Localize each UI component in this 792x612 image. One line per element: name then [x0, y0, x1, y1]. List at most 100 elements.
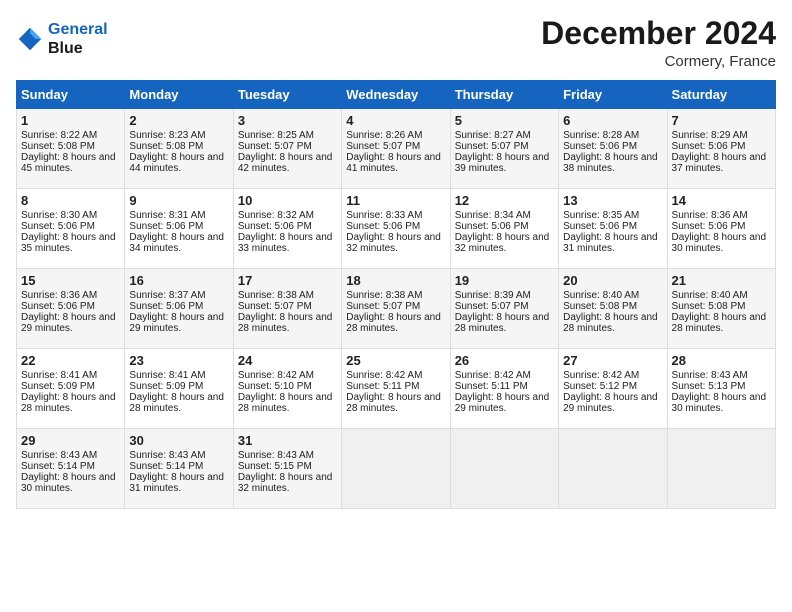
daylight-text: Daylight: 8 hours and 45 minutes.	[21, 152, 120, 174]
sunset-text: Sunset: 5:08 PM	[563, 301, 662, 312]
sunset-text: Sunset: 5:11 PM	[455, 381, 554, 392]
calendar-cell: 15Sunrise: 8:36 AMSunset: 5:06 PMDayligh…	[17, 269, 125, 349]
calendar-cell: 6Sunrise: 8:28 AMSunset: 5:06 PMDaylight…	[559, 109, 667, 189]
calendar-header-row: SundayMondayTuesdayWednesdayThursdayFrid…	[17, 81, 776, 109]
calendar-cell: 16Sunrise: 8:37 AMSunset: 5:06 PMDayligh…	[125, 269, 233, 349]
day-number: 9	[129, 193, 228, 208]
calendar-cell: 26Sunrise: 8:42 AMSunset: 5:11 PMDayligh…	[450, 349, 558, 429]
sunrise-text: Sunrise: 8:34 AM	[455, 210, 554, 221]
sunset-text: Sunset: 5:06 PM	[129, 221, 228, 232]
daylight-text: Daylight: 8 hours and 28 minutes.	[563, 312, 662, 334]
sunrise-text: Sunrise: 8:33 AM	[346, 210, 445, 221]
daylight-text: Daylight: 8 hours and 31 minutes.	[129, 472, 228, 494]
daylight-text: Daylight: 8 hours and 28 minutes.	[672, 312, 771, 334]
day-number: 16	[129, 273, 228, 288]
sunset-text: Sunset: 5:07 PM	[346, 141, 445, 152]
day-number: 13	[563, 193, 662, 208]
sunrise-text: Sunrise: 8:43 AM	[129, 450, 228, 461]
logo-text-general: General	[48, 21, 108, 38]
weekday-header: Monday	[125, 81, 233, 109]
day-number: 14	[672, 193, 771, 208]
daylight-text: Daylight: 8 hours and 28 minutes.	[346, 392, 445, 414]
daylight-text: Daylight: 8 hours and 42 minutes.	[238, 152, 337, 174]
sunset-text: Sunset: 5:08 PM	[21, 141, 120, 152]
sunset-text: Sunset: 5:06 PM	[672, 221, 771, 232]
day-number: 27	[563, 353, 662, 368]
calendar-cell: 23Sunrise: 8:41 AMSunset: 5:09 PMDayligh…	[125, 349, 233, 429]
calendar-cell	[450, 429, 558, 509]
sunrise-text: Sunrise: 8:43 AM	[21, 450, 120, 461]
calendar-cell: 13Sunrise: 8:35 AMSunset: 5:06 PMDayligh…	[559, 189, 667, 269]
calendar-cell	[667, 429, 775, 509]
sunset-text: Sunset: 5:13 PM	[672, 381, 771, 392]
sunset-text: Sunset: 5:10 PM	[238, 381, 337, 392]
calendar-cell: 3Sunrise: 8:25 AMSunset: 5:07 PMDaylight…	[233, 109, 341, 189]
sunrise-text: Sunrise: 8:40 AM	[672, 290, 771, 301]
sunset-text: Sunset: 5:06 PM	[21, 221, 120, 232]
daylight-text: Daylight: 8 hours and 28 minutes.	[21, 392, 120, 414]
calendar-cell: 4Sunrise: 8:26 AMSunset: 5:07 PMDaylight…	[342, 109, 450, 189]
sunset-text: Sunset: 5:14 PM	[129, 461, 228, 472]
daylight-text: Daylight: 8 hours and 30 minutes.	[21, 472, 120, 494]
sunrise-text: Sunrise: 8:40 AM	[563, 290, 662, 301]
day-number: 21	[672, 273, 771, 288]
calendar-cell: 27Sunrise: 8:42 AMSunset: 5:12 PMDayligh…	[559, 349, 667, 429]
weekday-header: Tuesday	[233, 81, 341, 109]
calendar-cell: 31Sunrise: 8:43 AMSunset: 5:15 PMDayligh…	[233, 429, 341, 509]
calendar-cell: 28Sunrise: 8:43 AMSunset: 5:13 PMDayligh…	[667, 349, 775, 429]
calendar-cell: 8Sunrise: 8:30 AMSunset: 5:06 PMDaylight…	[17, 189, 125, 269]
calendar-cell: 22Sunrise: 8:41 AMSunset: 5:09 PMDayligh…	[17, 349, 125, 429]
daylight-text: Daylight: 8 hours and 31 minutes.	[563, 232, 662, 254]
calendar-cell: 1Sunrise: 8:22 AMSunset: 5:08 PMDaylight…	[17, 109, 125, 189]
calendar-cell: 18Sunrise: 8:38 AMSunset: 5:07 PMDayligh…	[342, 269, 450, 349]
sunset-text: Sunset: 5:15 PM	[238, 461, 337, 472]
calendar-cell: 14Sunrise: 8:36 AMSunset: 5:06 PMDayligh…	[667, 189, 775, 269]
sunrise-text: Sunrise: 8:42 AM	[563, 370, 662, 381]
calendar-cell: 25Sunrise: 8:42 AMSunset: 5:11 PMDayligh…	[342, 349, 450, 429]
daylight-text: Daylight: 8 hours and 38 minutes.	[563, 152, 662, 174]
calendar-cell: 5Sunrise: 8:27 AMSunset: 5:07 PMDaylight…	[450, 109, 558, 189]
calendar-week-row: 22Sunrise: 8:41 AMSunset: 5:09 PMDayligh…	[17, 349, 776, 429]
calendar-cell: 20Sunrise: 8:40 AMSunset: 5:08 PMDayligh…	[559, 269, 667, 349]
sunrise-text: Sunrise: 8:39 AM	[455, 290, 554, 301]
day-number: 29	[21, 433, 120, 448]
sunset-text: Sunset: 5:06 PM	[455, 221, 554, 232]
calendar-cell: 12Sunrise: 8:34 AMSunset: 5:06 PMDayligh…	[450, 189, 558, 269]
page-container: General Blue December 2024 Cormery, Fran…	[0, 0, 792, 519]
calendar-table: SundayMondayTuesdayWednesdayThursdayFrid…	[16, 80, 776, 509]
sunset-text: Sunset: 5:08 PM	[129, 141, 228, 152]
location: Cormery, France	[541, 53, 776, 70]
sunrise-text: Sunrise: 8:37 AM	[129, 290, 228, 301]
calendar-cell: 2Sunrise: 8:23 AMSunset: 5:08 PMDaylight…	[125, 109, 233, 189]
day-number: 8	[21, 193, 120, 208]
daylight-text: Daylight: 8 hours and 29 minutes.	[455, 392, 554, 414]
weekday-header: Thursday	[450, 81, 558, 109]
daylight-text: Daylight: 8 hours and 29 minutes.	[563, 392, 662, 414]
month-title: December 2024	[541, 16, 776, 51]
sunset-text: Sunset: 5:06 PM	[563, 141, 662, 152]
day-number: 11	[346, 193, 445, 208]
sunrise-text: Sunrise: 8:41 AM	[21, 370, 120, 381]
day-number: 19	[455, 273, 554, 288]
calendar-cell	[342, 429, 450, 509]
sunset-text: Sunset: 5:06 PM	[21, 301, 120, 312]
calendar-cell: 7Sunrise: 8:29 AMSunset: 5:06 PMDaylight…	[667, 109, 775, 189]
calendar-week-row: 15Sunrise: 8:36 AMSunset: 5:06 PMDayligh…	[17, 269, 776, 349]
sunrise-text: Sunrise: 8:42 AM	[238, 370, 337, 381]
sunrise-text: Sunrise: 8:27 AM	[455, 130, 554, 141]
daylight-text: Daylight: 8 hours and 28 minutes.	[129, 392, 228, 414]
daylight-text: Daylight: 8 hours and 30 minutes.	[672, 392, 771, 414]
calendar-week-row: 8Sunrise: 8:30 AMSunset: 5:06 PMDaylight…	[17, 189, 776, 269]
sunset-text: Sunset: 5:14 PM	[21, 461, 120, 472]
calendar-cell	[559, 429, 667, 509]
sunrise-text: Sunrise: 8:43 AM	[672, 370, 771, 381]
daylight-text: Daylight: 8 hours and 35 minutes.	[21, 232, 120, 254]
day-number: 5	[455, 113, 554, 128]
day-number: 17	[238, 273, 337, 288]
sunset-text: Sunset: 5:06 PM	[563, 221, 662, 232]
daylight-text: Daylight: 8 hours and 28 minutes.	[238, 312, 337, 334]
day-number: 18	[346, 273, 445, 288]
daylight-text: Daylight: 8 hours and 32 minutes.	[346, 232, 445, 254]
calendar-cell: 9Sunrise: 8:31 AMSunset: 5:06 PMDaylight…	[125, 189, 233, 269]
sunrise-text: Sunrise: 8:42 AM	[346, 370, 445, 381]
